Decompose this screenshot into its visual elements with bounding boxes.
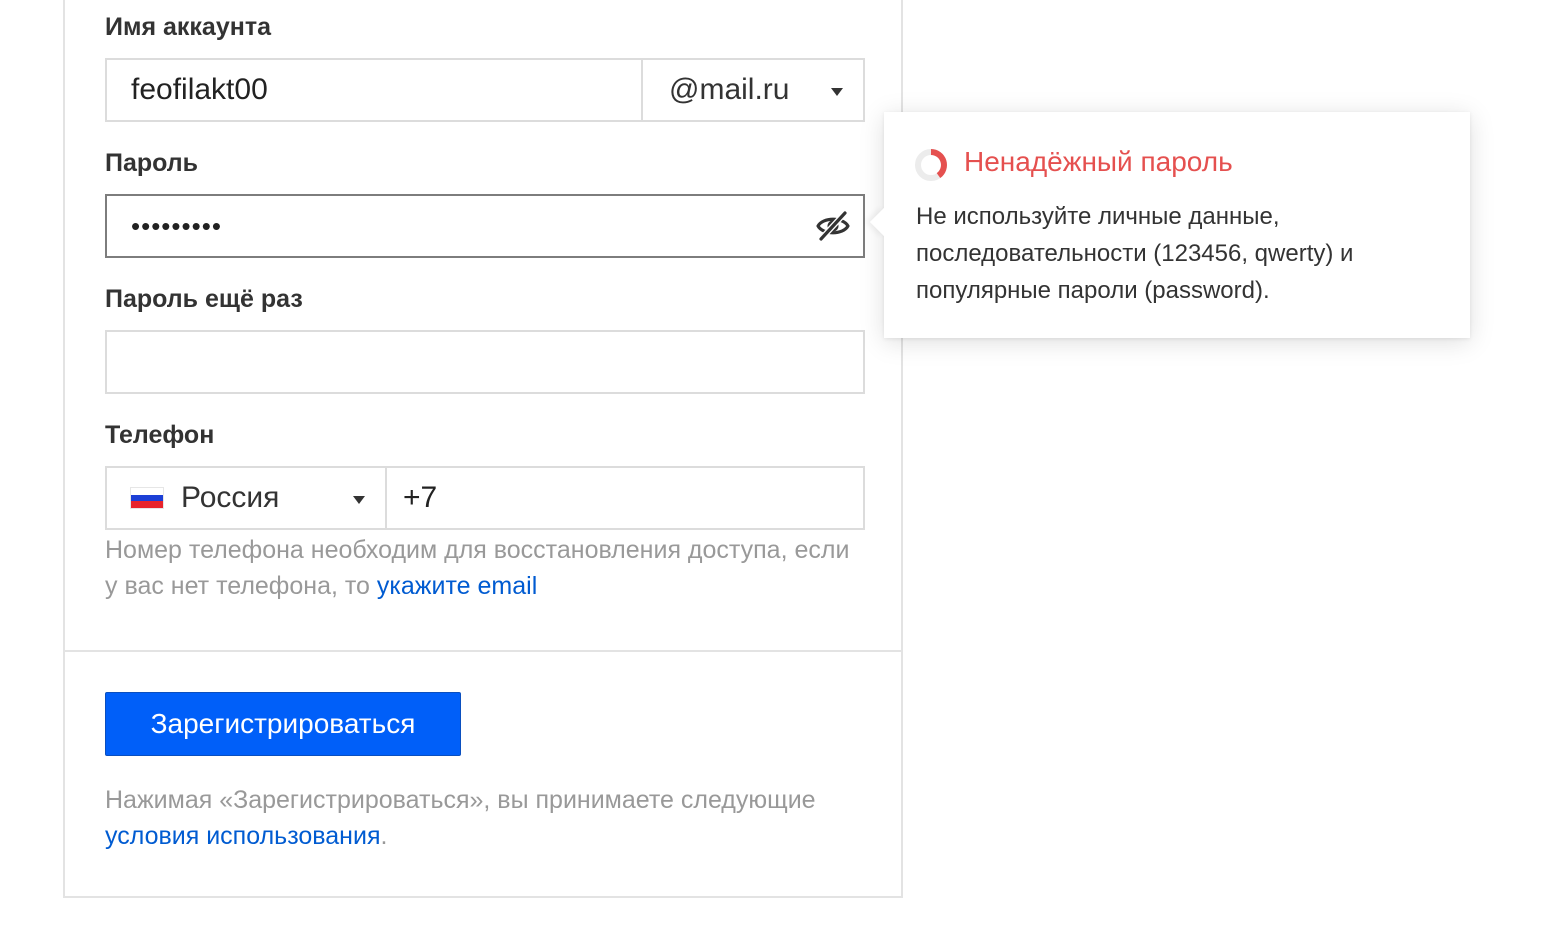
country-select[interactable]: Россия: [107, 468, 387, 528]
phone-field-group: Россия: [105, 466, 865, 530]
phone-label: Телефон: [105, 421, 215, 449]
terms-end: .: [380, 822, 388, 850]
password-repeat-input[interactable]: [131, 332, 831, 392]
eye-crossed-icon[interactable]: [815, 210, 851, 242]
terms-notice: Нажимая «Зарегистрироваться», вы принима…: [105, 782, 885, 854]
phone-input[interactable]: [403, 468, 843, 528]
tooltip-content: Ненадёжный пароль Не используйте личные …: [884, 112, 1470, 338]
tooltip-title: Ненадёжный пароль: [964, 146, 1233, 177]
page: Имя аккаунта @mail.ru Пароль Пароль ещё …: [0, 0, 1568, 930]
strength-ring-icon: [915, 149, 947, 181]
password-field-group: [105, 194, 865, 258]
chevron-down-icon: [353, 496, 365, 504]
terms-text: Нажимая «Зарегистрироваться», вы принима…: [105, 786, 816, 814]
password-strength-tooltip: Ненадёжный пароль Не используйте личные …: [869, 112, 1470, 338]
chevron-down-icon: [831, 88, 843, 96]
registration-form: Имя аккаунта @mail.ru Пароль Пароль ещё …: [63, 0, 903, 898]
password-label: Пароль: [105, 149, 199, 177]
password-repeat-field-group: [105, 330, 865, 394]
specify-email-link[interactable]: укажите email: [377, 572, 537, 600]
phone-hint: Номер телефона необходим для восстановле…: [105, 532, 865, 604]
register-button[interactable]: Зарегистрироваться: [105, 692, 461, 756]
password-input[interactable]: [131, 196, 791, 256]
form-divider: [65, 650, 901, 652]
domain-select[interactable]: @mail.ru: [641, 60, 863, 120]
tooltip-body: Не используйте личные данные, последоват…: [916, 203, 1354, 304]
russia-flag-icon: [131, 488, 163, 509]
terms-of-use-link[interactable]: условия использования: [105, 822, 381, 850]
password-repeat-label: Пароль ещё раз: [105, 285, 303, 313]
account-input[interactable]: [131, 60, 631, 120]
country-select-value: Россия: [181, 481, 280, 514]
account-label: Имя аккаунта: [105, 13, 271, 41]
account-field-group: @mail.ru: [105, 58, 865, 122]
domain-select-value: @mail.ru: [669, 73, 790, 106]
